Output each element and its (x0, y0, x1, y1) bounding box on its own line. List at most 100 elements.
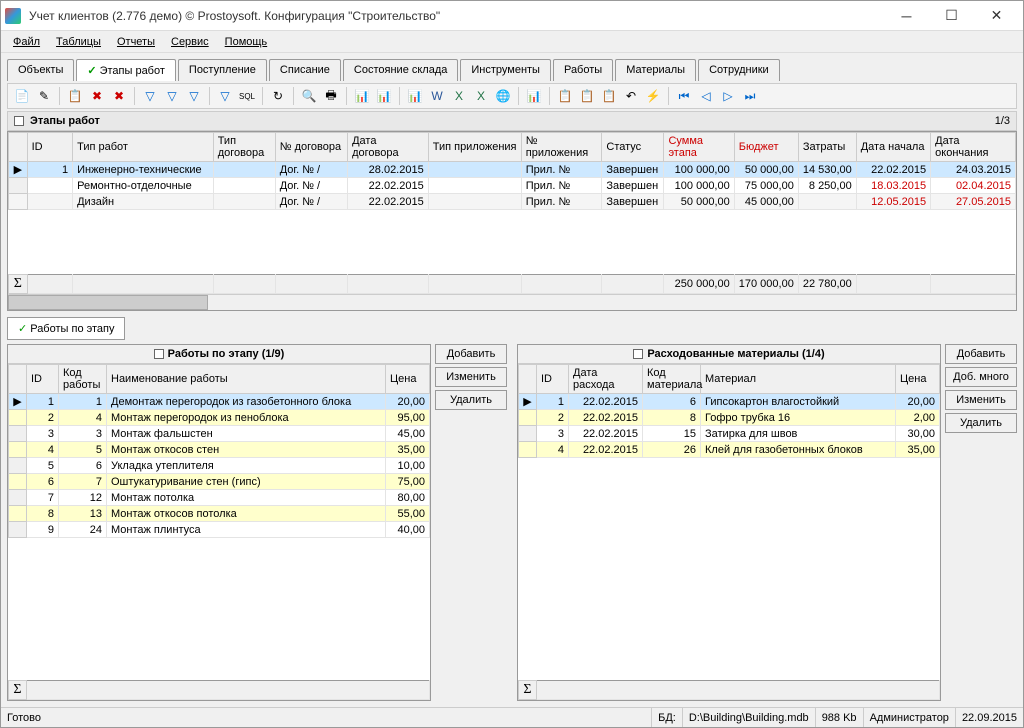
delete-all-icon[interactable]: ✖ (109, 86, 129, 106)
materials-pane: Расходованные материалы (1/4) IDДата рас… (517, 344, 1017, 701)
minimize-button[interactable]: ─ (884, 2, 929, 30)
collapse-icon[interactable] (14, 116, 24, 126)
table-row[interactable]: 322.02.201515Затирка для швов30,00 (519, 426, 940, 442)
tab-stages[interactable]: ✓Этапы работ (76, 59, 176, 81)
last-icon[interactable]: ⏭ (740, 86, 760, 106)
pager-text: 1/3 (995, 115, 1010, 127)
statusbar: Готово БД: D:\Building\Building.mdb 988 … (1, 707, 1023, 727)
menu-tables[interactable]: Таблицы (48, 34, 109, 50)
filter1-icon[interactable]: ▽ (140, 86, 160, 106)
table-row[interactable]: 222.02.20158Гофро трубка 162,00 (519, 410, 940, 426)
works-delete-button[interactable]: Удалить (435, 390, 507, 410)
status-ready: Готово (1, 708, 651, 727)
table-row[interactable]: ДизайнДог. № /22.02.2015Прил. №Завершен5… (9, 194, 1016, 210)
first-icon[interactable]: ⏮ (674, 86, 694, 106)
table-row[interactable]: Ремонтно-отделочныеДог. № /22.02.2015При… (9, 178, 1016, 194)
materials-addmany-button[interactable]: Доб. много (945, 367, 1017, 387)
table-row[interactable]: 924Монтаж плинтуса40,00 (9, 522, 430, 538)
works-edit-button[interactable]: Изменить (435, 367, 507, 387)
export2-icon[interactable]: 📊 (374, 86, 394, 106)
content-area: Объекты ✓Этапы работ Поступление Списани… (1, 53, 1023, 707)
app-window: Учет клиентов (2.776 демо) © Prostoysoft… (0, 0, 1024, 728)
materials-delete-button[interactable]: Удалить (945, 413, 1017, 433)
table-row[interactable]: 24Монтаж перегородок из пеноблока95,00 (9, 410, 430, 426)
export3-icon[interactable]: 📊 (405, 86, 425, 106)
word-icon[interactable]: W (427, 86, 447, 106)
table-row[interactable]: 56Укладка утеплителя10,00 (9, 458, 430, 474)
filter2-icon[interactable]: ▽ (162, 86, 182, 106)
works-pane: Работы по этапу (1/9) IDКод работыНаимен… (7, 344, 507, 701)
table-header: IDТип работТип договора № договораДата д… (9, 133, 1016, 162)
tab-works[interactable]: Работы (553, 59, 613, 81)
window-title: Учет клиентов (2.776 демо) © Prostoysoft… (27, 9, 884, 23)
totals-row: Σ 250 000,00170 000,0022 780,00 (9, 275, 1016, 294)
hscrollbar[interactable] (8, 294, 1016, 310)
tool2-icon[interactable]: 📋 (577, 86, 597, 106)
subtab-works[interactable]: ✓Работы по этапу (7, 317, 125, 340)
close-button[interactable]: ✕ (974, 2, 1019, 30)
tab-materials[interactable]: Материалы (615, 59, 696, 81)
materials-edit-button[interactable]: Изменить (945, 390, 1017, 410)
tab-incoming[interactable]: Поступление (178, 59, 267, 81)
new-icon[interactable]: 📄 (12, 86, 32, 106)
filter4-icon[interactable]: ▽ (215, 86, 235, 106)
prev-icon[interactable]: ◁ (696, 86, 716, 106)
html-icon[interactable]: 🌐 (493, 86, 513, 106)
edit-icon[interactable]: ✎ (34, 86, 54, 106)
works-buttons: Добавить Изменить Удалить (435, 344, 507, 701)
materials-grid[interactable]: Расходованные материалы (1/4) IDДата рас… (517, 344, 941, 701)
table-row[interactable]: 813Монтаж откосов потолка55,00 (9, 506, 430, 522)
app-icon (5, 8, 21, 24)
titlebar: Учет клиентов (2.776 демо) © Prostoysoft… (1, 1, 1023, 31)
sql-icon[interactable]: SQL (237, 86, 257, 106)
chart-icon[interactable]: 📊 (524, 86, 544, 106)
excel2-icon[interactable]: X (471, 86, 491, 106)
tool3-icon[interactable]: 📋 (599, 86, 619, 106)
table-row[interactable]: ▶11Демонтаж перегородок из газобетонного… (9, 394, 430, 410)
menu-service[interactable]: Сервис (163, 34, 217, 50)
table-row[interactable]: ▶122.02.20156Гипсокартон влагостойкий20,… (519, 394, 940, 410)
table-row[interactable]: 67Оштукатуривание стен (гипс)75,00 (9, 474, 430, 490)
excel-icon[interactable]: X (449, 86, 469, 106)
refresh-icon[interactable]: ↻ (268, 86, 288, 106)
find-icon[interactable]: 🔍 (299, 86, 319, 106)
works-grid[interactable]: Работы по этапу (1/9) IDКод работыНаимен… (7, 344, 431, 701)
menu-help[interactable]: Помощь (217, 34, 276, 50)
filter3-icon[interactable]: ▽ (184, 86, 204, 106)
sub-tabs: ✓Работы по этапу (7, 317, 1017, 340)
table-row[interactable]: ▶1Инженерно-техническиеДог. № /28.02.201… (9, 162, 1016, 178)
stages-table[interactable]: IDТип работТип договора № договораДата д… (8, 132, 1016, 210)
check-icon: ✓ (18, 323, 27, 335)
menu-reports[interactable]: Отчеты (109, 34, 163, 50)
tab-objects[interactable]: Объекты (7, 59, 74, 81)
tool1-icon[interactable]: 📋 (555, 86, 575, 106)
tab-tools[interactable]: Инструменты (460, 59, 551, 81)
panel-title-text: Этапы работ (30, 115, 100, 127)
tab-staff[interactable]: Сотрудники (698, 59, 780, 81)
undo-icon[interactable]: ↶ (621, 86, 641, 106)
table-row[interactable]: 45Монтаж откосов стен35,00 (9, 442, 430, 458)
flash-icon[interactable]: ⚡ (643, 86, 663, 106)
works-title: Работы по этапу (1/9) (8, 345, 430, 364)
lower-panes: Работы по этапу (1/9) IDКод работыНаимен… (7, 344, 1017, 701)
tab-stock[interactable]: Состояние склада (343, 59, 458, 81)
table-row[interactable]: 33Монтаж фальшстен45,00 (9, 426, 430, 442)
main-tabs: Объекты ✓Этапы работ Поступление Списани… (7, 59, 1017, 81)
main-grid: IDТип работТип договора № договораДата д… (7, 131, 1017, 311)
maximize-button[interactable]: ☐ (929, 2, 974, 30)
export1-icon[interactable]: 📊 (352, 86, 372, 106)
panel-header: Этапы работ 1/3 (7, 111, 1017, 131)
tab-writeoff[interactable]: Списание (269, 59, 341, 81)
table-row[interactable]: 712Монтаж потолка80,00 (9, 490, 430, 506)
table-row[interactable]: 422.02.201526Клей для газобетонных блоко… (519, 442, 940, 458)
copy-icon[interactable]: 📋 (65, 86, 85, 106)
status-date: 22.09.2015 (955, 708, 1023, 727)
materials-title: Расходованные материалы (1/4) (518, 345, 940, 364)
toolbar: 📄 ✎ 📋 ✖ ✖ ▽ ▽ ▽ ▽ SQL ↻ 🔍 🖶 📊 📊 📊 W X (7, 83, 1017, 109)
delete-icon[interactable]: ✖ (87, 86, 107, 106)
menu-file[interactable]: Файл (5, 34, 48, 50)
works-add-button[interactable]: Добавить (435, 344, 507, 364)
print-icon[interactable]: 🖶 (321, 86, 341, 106)
materials-add-button[interactable]: Добавить (945, 344, 1017, 364)
next-icon[interactable]: ▷ (718, 86, 738, 106)
